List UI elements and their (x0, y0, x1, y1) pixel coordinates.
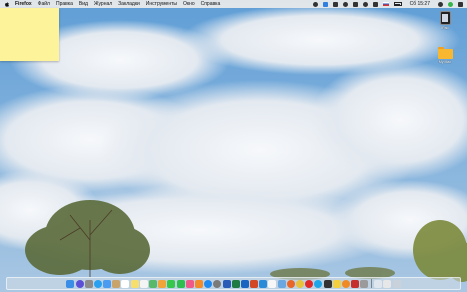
input-source-flag-icon[interactable] (382, 2, 389, 6)
menu-tools[interactable]: Инструменты (143, 0, 180, 8)
downloads-stack-icon[interactable] (374, 279, 383, 288)
display-icon[interactable] (332, 1, 338, 7)
volume-icon[interactable] (372, 1, 378, 7)
menu-help[interactable]: Справка (198, 0, 224, 8)
menu-file[interactable]: Файл (35, 0, 53, 8)
chrome-icon[interactable] (296, 279, 305, 288)
siri-icon[interactable] (75, 279, 84, 288)
menu-view[interactable]: Вид (76, 0, 91, 8)
terminal-icon[interactable] (323, 279, 332, 288)
finder-icon[interactable] (66, 279, 75, 288)
apple-icon[interactable] (5, 1, 9, 7)
skype-icon[interactable] (314, 279, 323, 288)
firefox-icon[interactable] (286, 279, 295, 288)
photos-icon[interactable] (158, 279, 167, 288)
system-preferences-icon[interactable] (213, 279, 222, 288)
photo-booth-icon[interactable] (351, 279, 360, 288)
desktop-icon-ipad[interactable]: iPad (432, 11, 458, 30)
clock[interactable]: Сб 15:27 (407, 0, 433, 8)
spotlight-icon[interactable] (438, 1, 443, 7)
messages-icon[interactable] (167, 279, 176, 288)
opera-icon[interactable] (305, 279, 314, 288)
menu-bar: Firefox Файл Правка Вид Журнал Закладки … (0, 0, 467, 8)
contacts-icon[interactable] (112, 279, 121, 288)
siri-menu-icon[interactable] (448, 1, 453, 7)
bluetooth-icon[interactable] (352, 1, 358, 7)
notes-app-icon[interactable] (332, 279, 341, 288)
mail-icon[interactable] (103, 279, 112, 288)
utilities-icon[interactable] (360, 279, 369, 288)
reminders-icon[interactable] (139, 279, 148, 288)
calendar-icon[interactable] (121, 279, 130, 288)
trash-icon[interactable] (392, 279, 401, 288)
desktop-icon-label: My Mac (438, 60, 452, 64)
folder-icon (437, 47, 453, 59)
notification-center-icon[interactable] (458, 1, 463, 7)
maps-icon[interactable] (149, 279, 158, 288)
ipad-icon (439, 11, 451, 25)
menu-firefox[interactable]: Firefox (12, 0, 35, 8)
battery-icon[interactable] (393, 2, 402, 6)
menu-history[interactable]: Журнал (91, 0, 115, 8)
documents-stack-icon[interactable] (383, 279, 392, 288)
onedrive-icon[interactable] (259, 279, 268, 288)
desktop-icon-my-mac[interactable]: My Mac (432, 47, 458, 64)
dropbox-icon[interactable] (312, 1, 318, 7)
word-icon[interactable] (222, 279, 231, 288)
time-machine-icon[interactable] (342, 1, 348, 7)
notes-icon[interactable] (130, 279, 139, 288)
excel-icon[interactable] (231, 279, 240, 288)
powerpoint-icon[interactable] (250, 279, 259, 288)
menu-window[interactable]: Окно (180, 0, 198, 8)
app-store-icon[interactable] (204, 279, 213, 288)
menu-bookmarks[interactable]: Закладки (115, 0, 143, 8)
dock-separator (371, 279, 372, 288)
status-tray: Сб 15:27 (312, 0, 467, 8)
desktop-icon-label: iPad (441, 26, 449, 30)
ibooks-icon[interactable] (194, 279, 203, 288)
outlook-icon[interactable] (240, 279, 249, 288)
itunes-icon[interactable] (185, 279, 194, 288)
cloud-sync-icon[interactable] (322, 1, 328, 7)
facetime-icon[interactable] (176, 279, 185, 288)
dock (6, 277, 461, 290)
desktop-wallpaper (0, 0, 467, 292)
preview-icon[interactable] (277, 279, 286, 288)
textedit-icon[interactable] (268, 279, 277, 288)
wifi-icon[interactable] (362, 1, 368, 7)
vlc-icon[interactable] (341, 279, 350, 288)
safari-icon[interactable] (93, 279, 102, 288)
sticky-note[interactable] (0, 8, 59, 61)
launchpad-icon[interactable] (84, 279, 93, 288)
menu-edit[interactable]: Правка (53, 0, 76, 8)
